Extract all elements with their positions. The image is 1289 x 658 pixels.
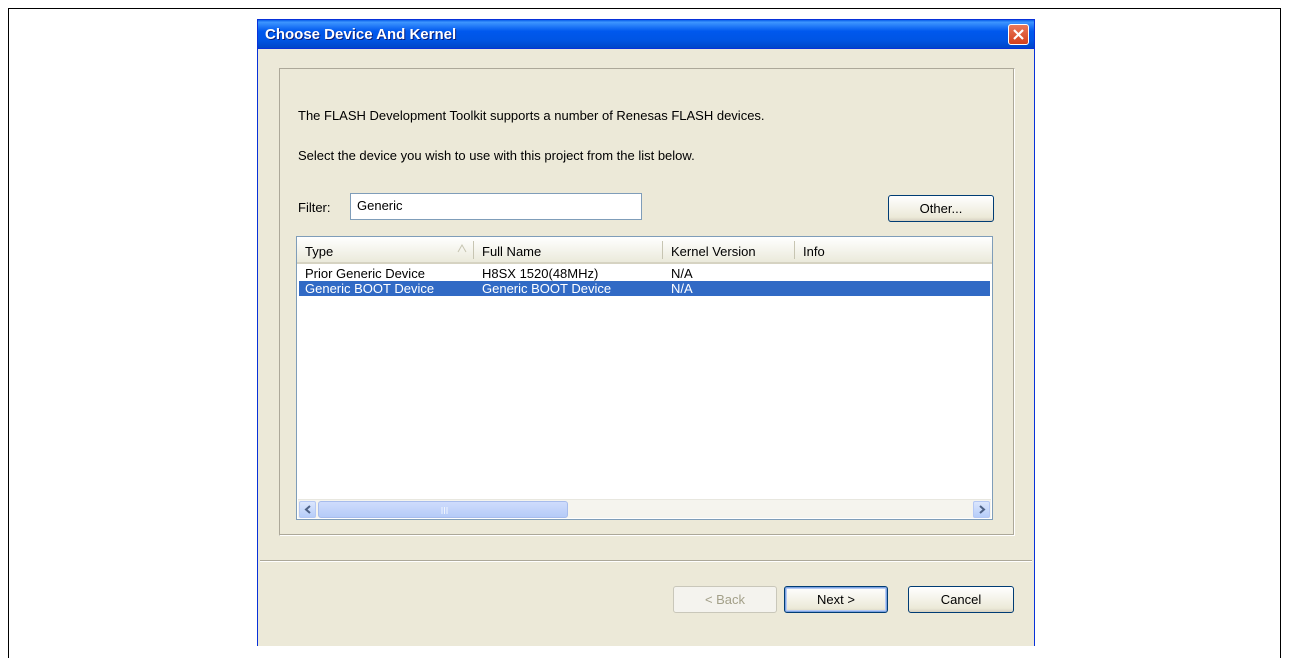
cell-full-name: Generic BOOT Device [482,281,612,296]
list-item[interactable]: Prior Generic Device H8SX 1520(48MHz) N/… [299,266,990,281]
list-item-selected[interactable]: Generic BOOT Device Generic BOOT Device … [299,281,990,296]
other-button[interactable]: Other... [888,195,994,222]
cell-full-name: H8SX 1520(48MHz) [482,266,599,281]
close-button[interactable] [1008,24,1029,45]
dialog-window: Choose Device And Kernel The FLASH Devel… [257,19,1035,646]
intro-line-2: Select the device you wish to use with t… [298,148,695,163]
scroll-right-button[interactable] [973,501,990,518]
cell-type: Prior Generic Device [305,266,425,281]
sort-ascending-icon [457,244,467,253]
scroll-left-button[interactable] [299,501,316,518]
chevron-right-icon [978,505,986,514]
intro-line-1: The FLASH Development Toolkit supports a… [298,108,765,123]
column-header-info[interactable]: Info [795,237,895,262]
next-button[interactable]: Next > [784,586,888,613]
scroll-thumb[interactable] [318,501,568,518]
cell-kernel-version: N/A [671,266,693,281]
filter-label: Filter: [298,200,331,215]
horizontal-scrollbar[interactable] [298,499,991,518]
title-bar[interactable]: Choose Device And Kernel [258,20,1034,49]
column-header-type[interactable]: Type [297,237,473,262]
filter-input[interactable]: Generic [350,193,642,220]
column-header-full-name[interactable]: Full Name [474,237,662,262]
column-header-kernel-version[interactable]: Kernel Version [663,237,795,262]
cell-type: Generic BOOT Device [305,281,435,296]
cell-kernel-version: N/A [671,281,693,296]
chevron-left-icon [303,505,311,514]
dialog-title: Choose Device And Kernel [265,26,457,43]
back-button[interactable]: < Back [673,586,777,613]
grip-icon [441,507,448,514]
cancel-button[interactable]: Cancel [908,586,1014,613]
close-icon [1013,29,1024,40]
footer-divider [260,560,1032,562]
device-list[interactable]: Type Full Name Kernel Version Info Prior… [296,236,993,520]
list-header: Type Full Name Kernel Version Info [297,237,992,264]
